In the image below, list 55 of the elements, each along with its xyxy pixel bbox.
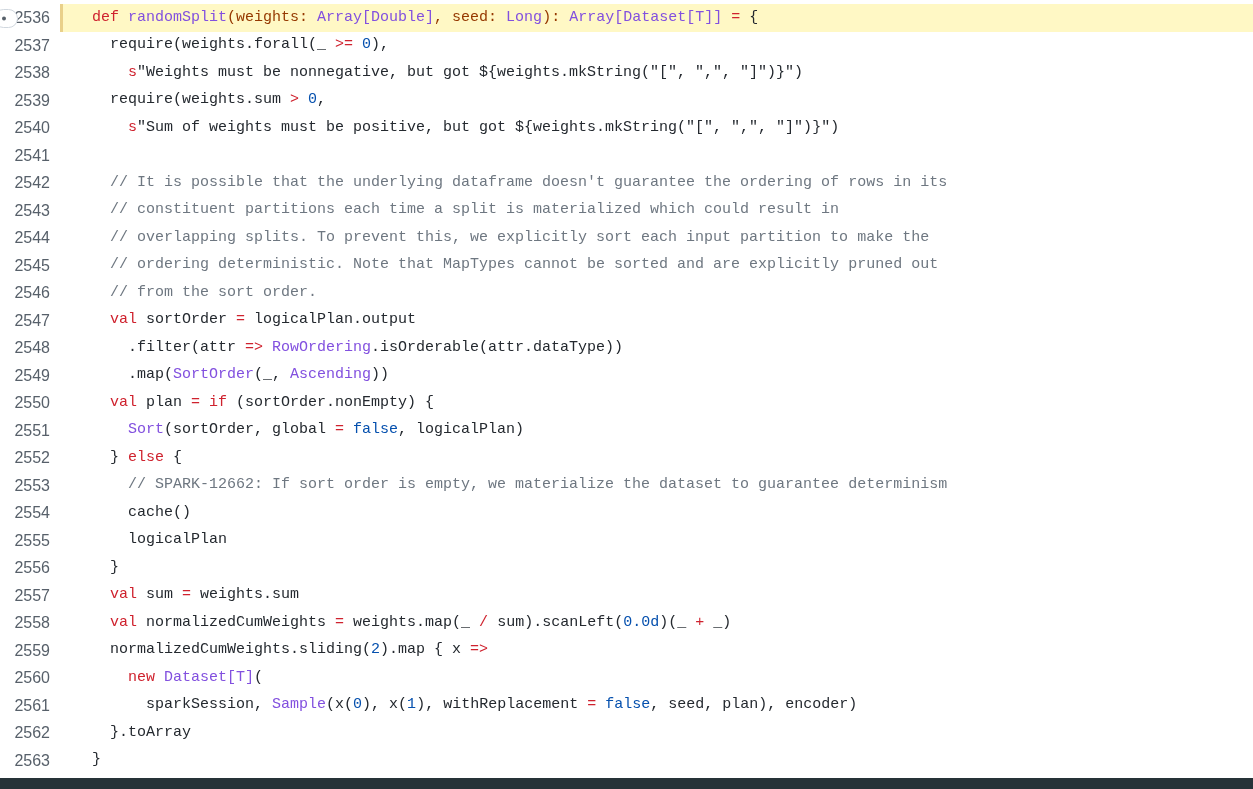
line-number: 2562 xyxy=(14,724,50,741)
line-number: 2554 xyxy=(14,504,50,521)
code-line: // ordering deterministic. Note that MapTypes cannot be sorted and are explicitly pruned out xyxy=(109,255,939,276)
code-line: val plan = if (sortOrder.nonEmpty) { xyxy=(109,392,435,413)
line-number: 2557 xyxy=(14,586,50,604)
code-line: } xyxy=(109,557,119,578)
code-line: .filter(attr => RowOrdering.isOrderable(attr.dataType)) xyxy=(127,337,624,358)
code-line: } xyxy=(91,750,101,771)
code-line: s"Weights must be nonnegative, but got ${weights.mkString("[", ",", "]")}") xyxy=(127,62,804,83)
line-number: 2548 xyxy=(14,339,50,356)
code-line: Sort(sortOrder, global = false, logicalPlan) xyxy=(127,420,525,441)
code-line: .map(SortOrder(_, Ascending)) xyxy=(127,365,390,386)
code-line: // constituent partitions each time a split is materialized which could result in xyxy=(109,200,840,221)
line-number: 2550 xyxy=(14,394,50,411)
code-line: val sortOrder = logicalPlan.output xyxy=(109,310,417,331)
line-number: 2558 xyxy=(14,614,50,631)
line-number: 2538 xyxy=(14,64,50,81)
line-number: 2543 xyxy=(14,201,50,219)
line-number: 2551 xyxy=(14,421,50,439)
code-line: require(weights.sum > 0, xyxy=(109,90,327,111)
line-number: 2556 xyxy=(14,559,50,576)
code-line: // overlapping splits. To prevent this, we explicitly sort each input partition to make the xyxy=(109,227,930,248)
line-number: 2537 xyxy=(14,36,50,54)
code-line: // from the sort order. xyxy=(109,282,318,303)
code-line: normalizedCumWeights.sliding(2).map { x => xyxy=(109,640,489,661)
line-number: 2560 xyxy=(14,669,50,686)
code-line: }.toArray xyxy=(109,722,192,743)
line-number: 2542 xyxy=(14,174,50,191)
line-number: 2549 xyxy=(14,366,50,384)
code-line: // SPARK-12662: If sort order is empty, we materialize the dataset to guarantee determinism xyxy=(127,475,948,496)
line-number: 2553 xyxy=(14,476,50,494)
code-line: require(weights.forall(_ >= 0), xyxy=(109,35,390,56)
code-line: sparkSession, Sample(x(0), x(1), withReplacement = false, seed, plan), encoder) xyxy=(145,695,858,716)
code-line: cache() xyxy=(127,502,192,523)
line-number: 2540 xyxy=(14,119,50,136)
code-line: } else { xyxy=(109,447,183,468)
line-number: 2552 xyxy=(14,449,50,466)
line-number: 2546 xyxy=(14,284,50,301)
code-line: new Dataset[T]( xyxy=(127,667,264,688)
code-line: val normalizedCumWeights = weights.map(_ / sum).scanLeft(0.0d)(_ + _) xyxy=(109,612,732,633)
code-line: logicalPlan xyxy=(127,530,228,551)
code-line: // It is possible that the underlying dataframe doesn't guarantee the ordering of rows in its xyxy=(109,172,948,193)
line-number: 2544 xyxy=(14,229,50,246)
line-number: 2541 xyxy=(14,146,50,164)
line-number: 2547 xyxy=(14,311,50,329)
code-line: val sum = weights.sum xyxy=(109,585,300,606)
code-line: def randomSplit(weights: Array[Double], seed: Long): Array[Dataset[T]] = { xyxy=(91,7,759,28)
line-number: 2555 xyxy=(14,531,50,549)
line-number: 2536 xyxy=(14,9,50,26)
code-line: s"Sum of weights must be positive, but got ${weights.mkString("[", ",", "]")}") xyxy=(127,117,840,138)
line-number: 2561 xyxy=(14,696,50,714)
line-number: 2545 xyxy=(14,256,50,274)
line-number: 2563 xyxy=(14,751,50,769)
line-number: 2559 xyxy=(14,641,50,659)
line-number: 2539 xyxy=(14,91,50,109)
